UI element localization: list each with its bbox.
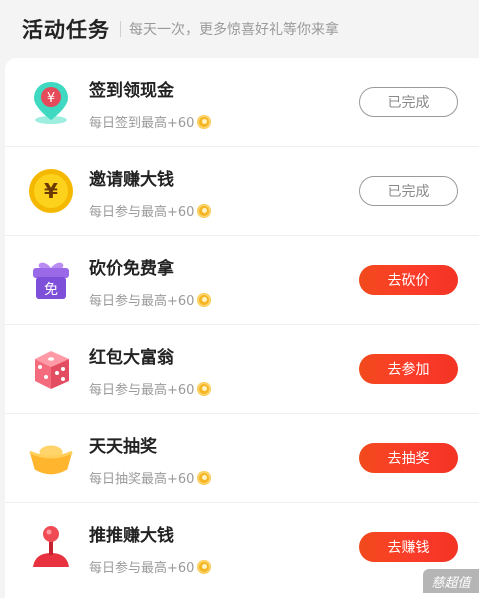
task-row: ¥ 签到领现金 每日签到最高+60 已完成 [5,58,479,147]
task-name: 红包大富翁 [89,348,174,368]
task-name: 签到领现金 [89,81,174,101]
task-reward: 每日参与最高+60 [89,290,212,309]
coin-icon [197,114,212,129]
lottery-button[interactable]: 去抽奖 [359,443,458,473]
task-name: 天天抽奖 [89,437,157,457]
coin-icon [197,559,212,574]
task-name: 推推赚大钱 [89,526,174,546]
task-reward: 每日签到最高+60 [89,112,212,131]
coin-icon [197,292,212,307]
coin-icon [197,203,212,218]
section-title: 活动任务 [22,18,110,42]
reward-text: 每日参与最高+60 [89,383,195,398]
reward-text: 每日参与最高+60 [89,294,195,309]
gold-ingot-icon [27,434,75,482]
task-row: 免 砍价免费拿 每日参与最高+60 去砍价 [5,236,479,325]
task-name: 邀请赚大钱 [89,170,174,190]
map-pin-yuan-icon: ¥ [27,78,75,126]
task-name: 砍价免费拿 [89,259,174,279]
joystick-icon [27,523,75,571]
header-divider [120,21,121,37]
reward-text: 每日参与最高+60 [89,205,195,220]
task-reward: 每日抽奖最高+60 [89,468,212,487]
coin-icon [197,381,212,396]
yuan-coin-icon: ¥ [27,167,75,215]
task-row: ¥ 邀请赚大钱 每日参与最高+60 已完成 [5,147,479,236]
task-row: 天天抽奖 每日抽奖最高+60 去抽奖 [5,414,479,503]
svg-text:¥: ¥ [47,91,55,106]
task-done-button[interactable]: 已完成 [359,87,458,117]
reward-text: 每日签到最高+60 [89,116,195,131]
gift-box-icon: 免 [27,256,75,304]
dice-icon [27,345,75,393]
reward-text: 每日参与最高+60 [89,561,195,576]
section-subtitle: 每天一次，更多惊喜好礼等你来拿 [129,22,339,38]
task-done-button[interactable]: 已完成 [359,176,458,206]
reward-text: 每日抽奖最高+60 [89,472,195,487]
bargain-button[interactable]: 去砍价 [359,265,458,295]
join-button[interactable]: 去参加 [359,354,458,384]
task-reward: 每日参与最高+60 [89,557,212,576]
watermark-logo: 慈超值 [423,569,479,593]
section-header: 活动任务 每天一次，更多惊喜好礼等你来拿 [0,0,479,58]
coin-icon [197,470,212,485]
svg-text:¥: ¥ [44,179,58,203]
earn-button[interactable]: 去赚钱 [359,532,458,562]
task-reward: 每日参与最高+60 [89,379,212,398]
task-reward: 每日参与最高+60 [89,201,212,220]
task-row: 红包大富翁 每日参与最高+60 去参加 [5,325,479,414]
svg-text:免: 免 [44,282,58,298]
task-list: ¥ 签到领现金 每日签到最高+60 已完成 ¥ 邀请赚大钱 每日参与最高+60 … [5,58,479,598]
task-row: 推推赚大钱 每日参与最高+60 去赚钱 [5,503,479,592]
